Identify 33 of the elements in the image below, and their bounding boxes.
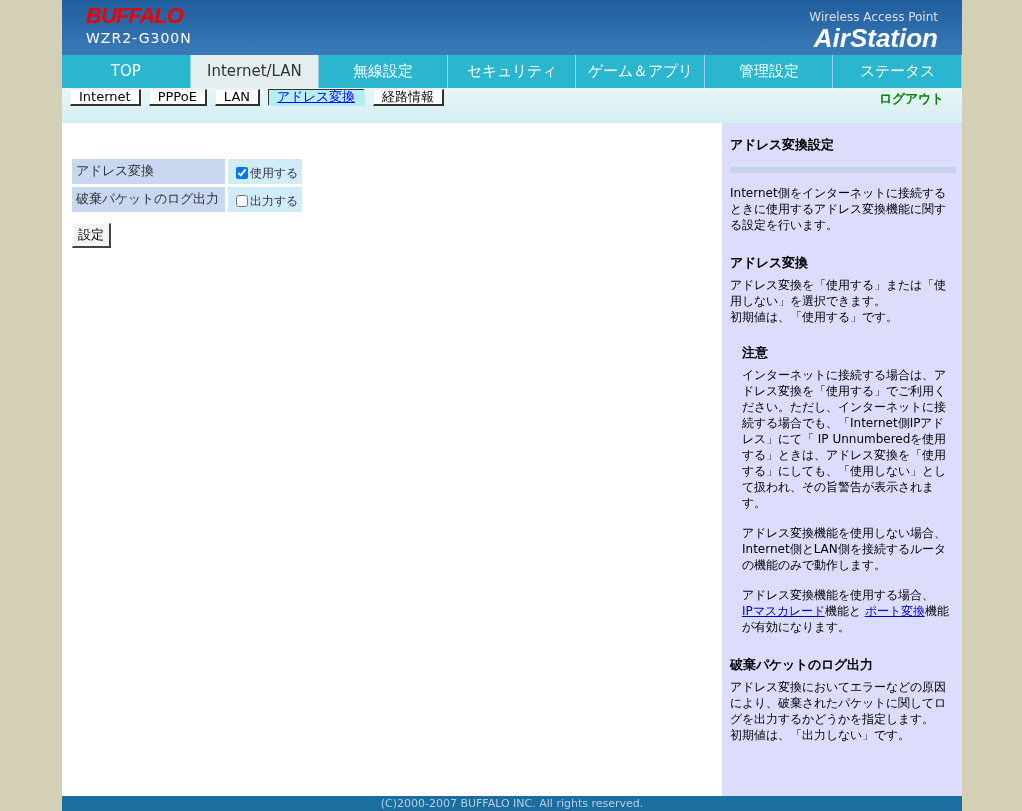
help-paragraph: 初期値は、「使用する」です。 xyxy=(730,309,899,325)
setting-label: アドレス変換 xyxy=(72,159,225,184)
help-paragraph: アドレス変換機能を使用しない場合、Internet側とLAN側を接続するルータの機能のみで動作します。 xyxy=(742,525,947,573)
subnav-tab[interactable]: LAN xyxy=(214,89,261,106)
logout-link[interactable]: ログアウト xyxy=(879,89,944,109)
checkbox-label[interactable]: 使用する xyxy=(250,164,298,182)
checkbox[interactable] xyxy=(236,167,248,179)
help-link[interactable]: IPマスカレード xyxy=(742,604,825,618)
subnav-tab[interactable]: アドレス変換 xyxy=(268,89,366,106)
brand-logo: BUFFALO xyxy=(86,4,185,28)
copyright-footer: (C)2000-2007 BUFFALO INC. All rights reserved. xyxy=(62,796,962,811)
model-name: WZR2-G300N xyxy=(86,29,192,48)
help-paragraph: インターネットに接続する場合は、アドレス変換を「使用する」でご利用ください。ただし、インターネットに接続する場合でも、「Internet側IPアドレス」にて「 IP Unnumberedを使用する」ときは、アドレス変換を「使用する」にしても、「使用しない」として扱われ、その旨警告が表示されます。 xyxy=(742,367,948,511)
subnav-tab[interactable]: PPPoE xyxy=(148,89,207,106)
product-tagline: Wireless Access Point xyxy=(809,10,938,24)
help-paragraph: アドレス変換においてエラーなどの原因により、破棄されたパケットに関してログを出力するかどうかを指定します。 xyxy=(730,679,947,727)
help-title: アドレス変換設定 xyxy=(730,137,835,153)
setting-label: 破棄パケットのログ出力 xyxy=(72,187,225,212)
help-heading: 注意 xyxy=(742,345,769,361)
help-heading: 破棄パケットのログ出力 xyxy=(730,657,874,673)
subnav-tab[interactable]: Internet xyxy=(70,89,141,106)
help-link[interactable]: ポート変換 xyxy=(864,604,925,618)
checkbox-label[interactable]: 出力する xyxy=(250,192,298,210)
help-heading: アドレス変換 xyxy=(730,255,809,271)
help-paragraph: アドレス変換機能を使用する場合、 IPマスカレード機能と ポート変換機能が有効になります。 xyxy=(742,587,950,635)
help-paragraph: 初期値は、「出力しない」です。 xyxy=(730,727,911,743)
help-paragraph: Internet側をインターネットに接続するときに使用するアドレス変換機能に関する設定を行います。 xyxy=(730,185,947,233)
submit-button[interactable]: 設定 xyxy=(72,223,111,248)
nav-tab[interactable]: Internet/LAN xyxy=(190,55,320,88)
checkbox[interactable] xyxy=(236,195,248,207)
subnav-tab[interactable]: 経路情報 xyxy=(373,89,445,106)
product-logo: AirStation xyxy=(812,24,938,52)
help-paragraph: アドレス変換を「使用する」または「使用しない」を選択できます。 xyxy=(730,277,947,309)
